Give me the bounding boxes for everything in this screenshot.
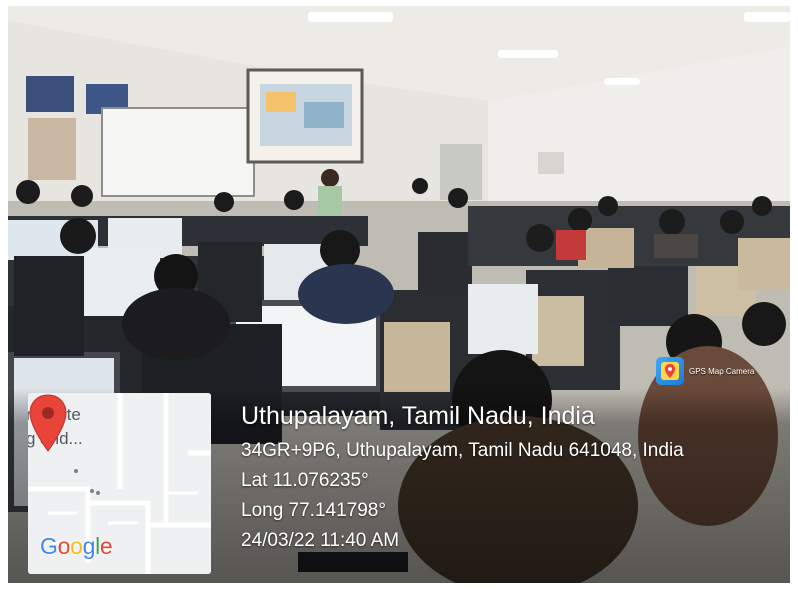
google-logo: Google [40, 533, 113, 559]
latitude-text: Lat 11.076235° [241, 470, 369, 491]
location-title: Uthupalayam, Tamil Nadu, India [241, 402, 595, 430]
gps-map-camera-icon [656, 357, 684, 385]
map-pin-icon [29, 394, 67, 452]
datetime-text: 24/03/22 11:40 AM [241, 530, 400, 551]
app-name-label: GPS Map Camera [689, 366, 755, 376]
address-text: 34GR+9P6, Uthupalayam, Tamil Nadu 641048… [241, 440, 684, 461]
gps-map-camera-watermark: GPS Map Camera [656, 357, 754, 385]
geotag-info: Uthupalayam, Tamil Nadu, India 34GR+9P6,… [241, 400, 684, 556]
longitude-text: Long 77.141798° [241, 500, 386, 521]
map-thumbnail: nstitute g and... Google [28, 393, 211, 574]
